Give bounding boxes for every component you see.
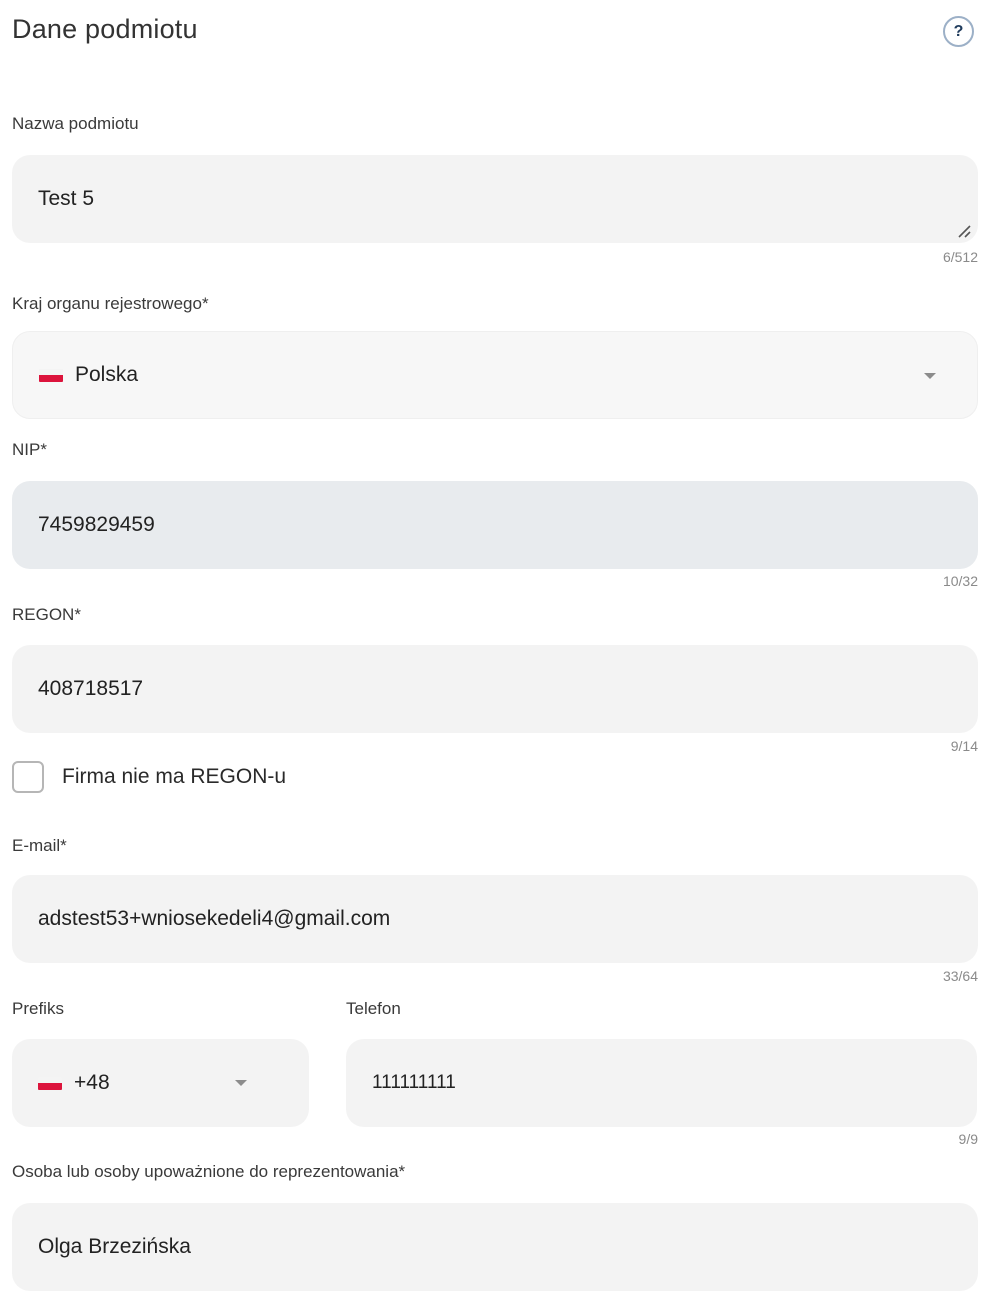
chevron-down-icon: [235, 1080, 247, 1086]
country-label: Kraj organu rejestrowego*: [12, 294, 209, 313]
no-regon-label[interactable]: Firma nie ma REGON-u: [62, 765, 286, 789]
help-glyph: ?: [953, 22, 964, 40]
prefix-select[interactable]: +48: [12, 1039, 309, 1127]
prefix-value: +48: [74, 1071, 110, 1094]
email-value: adstest53+wniosekedeli4@gmail.com: [38, 907, 391, 930]
page-title: Dane podmiotu: [12, 14, 198, 44]
regon-value: 408718517: [38, 677, 144, 700]
regon-counter: 9/14: [950, 738, 978, 754]
phone-label: Telefon: [346, 999, 401, 1018]
regon-input[interactable]: 408718517: [12, 645, 978, 733]
help-icon[interactable]: ?: [943, 16, 974, 47]
representatives-input[interactable]: Olga Brzezińska: [12, 1203, 978, 1291]
representatives-label: Osoba lub osoby upoważnione do reprezent…: [12, 1162, 406, 1181]
entity-name-value: Test 5: [38, 187, 95, 210]
phone-counter: 9/9: [958, 1131, 978, 1147]
poland-flag-icon: [39, 368, 63, 382]
nip-counter: 10/32: [942, 573, 978, 589]
phone-value: 111111111: [372, 1072, 456, 1093]
phone-input[interactable]: 111111111: [346, 1039, 977, 1127]
email-label: E-mail*: [12, 836, 67, 855]
entity-name-textarea[interactable]: Test 5: [12, 155, 978, 243]
poland-flag-icon: [38, 1076, 62, 1090]
nip-label: NIP*: [12, 440, 47, 459]
resize-handle-icon[interactable]: [956, 223, 972, 239]
email-counter: 33/64: [942, 968, 978, 984]
regon-label: REGON*: [12, 605, 81, 624]
nip-input[interactable]: 7459829459: [12, 481, 978, 569]
email-input[interactable]: adstest53+wniosekedeli4@gmail.com: [12, 875, 978, 963]
chevron-down-icon: [924, 373, 936, 379]
country-select[interactable]: Polska: [12, 331, 978, 419]
nip-value: 7459829459: [38, 513, 155, 536]
entity-name-label: Nazwa podmiotu: [12, 114, 139, 133]
representatives-value: Olga Brzezińska: [38, 1235, 191, 1258]
country-value: Polska: [75, 363, 139, 386]
no-regon-checkbox[interactable]: [12, 761, 44, 793]
entity-name-counter: 6/512: [942, 249, 978, 265]
prefix-label: Prefiks: [12, 999, 64, 1018]
